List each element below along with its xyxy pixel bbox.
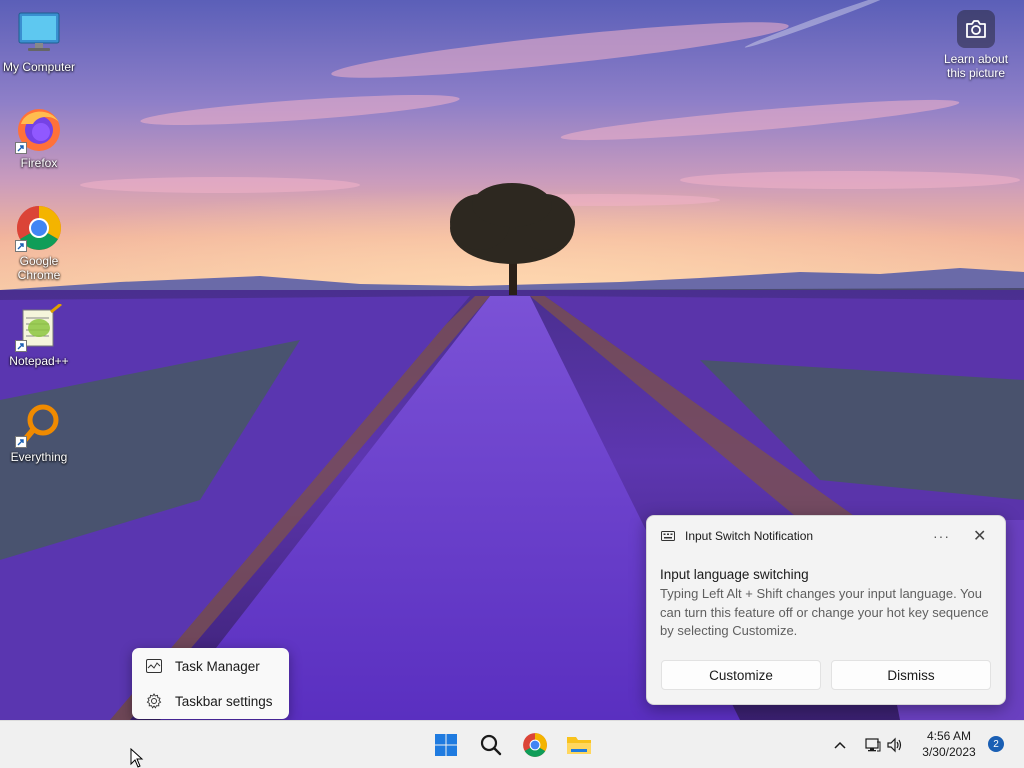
- network-icon: [865, 738, 881, 752]
- desktop-icon-everything[interactable]: Everything: [1, 400, 77, 464]
- taskbar-chrome-button[interactable]: [519, 729, 551, 761]
- clock[interactable]: 4:56 AM 3/30/2023: [912, 729, 986, 760]
- shortcut-arrow-icon: [15, 142, 27, 154]
- search-icon: [480, 734, 502, 756]
- desktop-icon-label: Everything: [10, 450, 68, 464]
- chrome-icon: [523, 733, 547, 757]
- file-explorer-button[interactable]: [563, 729, 595, 761]
- dismiss-button[interactable]: Dismiss: [831, 660, 991, 690]
- desktop-icon-label: Firefox: [20, 156, 58, 170]
- notepad-plus-plus-icon: [15, 302, 63, 352]
- firefox-icon: [15, 106, 63, 154]
- menu-item-label: Task Manager: [175, 658, 260, 674]
- shortcut-arrow-icon: [15, 240, 27, 252]
- file-explorer-icon: [567, 737, 591, 754]
- start-button[interactable]: [430, 729, 462, 761]
- desktop-icon-google-chrome[interactable]: Google Chrome: [1, 204, 77, 282]
- menu-item-task-manager[interactable]: Task Manager: [132, 649, 289, 683]
- desktop-icon-notepad-plus-plus[interactable]: Notepad++: [1, 302, 77, 368]
- desktop-icon-firefox[interactable]: Firefox: [1, 106, 77, 170]
- start-icon: [435, 734, 457, 756]
- input-switch-notification: Input Switch Notification ··· ✕ Input la…: [646, 515, 1006, 705]
- chrome-icon: [15, 204, 63, 252]
- learn-picture-label: Learn about this picture: [943, 52, 1009, 80]
- chevron-up-icon: [834, 741, 846, 749]
- learn-about-this-picture[interactable]: Learn about this picture: [936, 10, 1016, 80]
- search-button[interactable]: [475, 729, 507, 761]
- volume-icon: [887, 737, 902, 753]
- notification-header: Input Switch Notification: [661, 529, 813, 543]
- menu-item-taskbar-settings[interactable]: Taskbar settings: [132, 684, 289, 718]
- desktop-icon-label: Notepad++: [9, 354, 69, 368]
- desktop-icon-label: My Computer: [2, 60, 76, 74]
- shortcut-arrow-icon: [15, 340, 27, 352]
- more-options-button[interactable]: ···: [933, 528, 950, 544]
- close-button[interactable]: ✕: [973, 526, 986, 546]
- everything-search-icon: [15, 400, 63, 448]
- keyboard-icon: [661, 531, 675, 541]
- clock-date: 3/30/2023: [922, 744, 976, 759]
- notification-count-badge[interactable]: 2: [988, 736, 1004, 752]
- network-volume-button[interactable]: [860, 729, 908, 761]
- desktop-icon-my-computer[interactable]: My Computer: [1, 10, 77, 74]
- customize-button[interactable]: Customize: [661, 660, 821, 690]
- notification-app-name: Input Switch Notification: [685, 529, 814, 543]
- shortcut-arrow-icon: [15, 436, 27, 448]
- gear-icon: [146, 693, 162, 709]
- camera-icon: [957, 10, 995, 48]
- mouse-cursor-icon: [130, 748, 144, 768]
- task-manager-icon: [146, 659, 162, 673]
- taskbar-context-menu: Task Manager Taskbar settings: [132, 648, 289, 719]
- notification-title: Input language switching: [660, 567, 809, 582]
- show-hidden-icons-button[interactable]: [825, 729, 855, 761]
- taskbar: 4:56 AM 3/30/2023: [0, 720, 1024, 768]
- notification-body: Typing Left Alt + Shift changes your inp…: [660, 586, 989, 638]
- monitor-icon: [15, 10, 63, 58]
- clock-time: 4:56 AM: [926, 729, 972, 743]
- desktop-icon-label: Google Chrome: [17, 254, 61, 282]
- menu-item-label: Taskbar settings: [175, 693, 273, 709]
